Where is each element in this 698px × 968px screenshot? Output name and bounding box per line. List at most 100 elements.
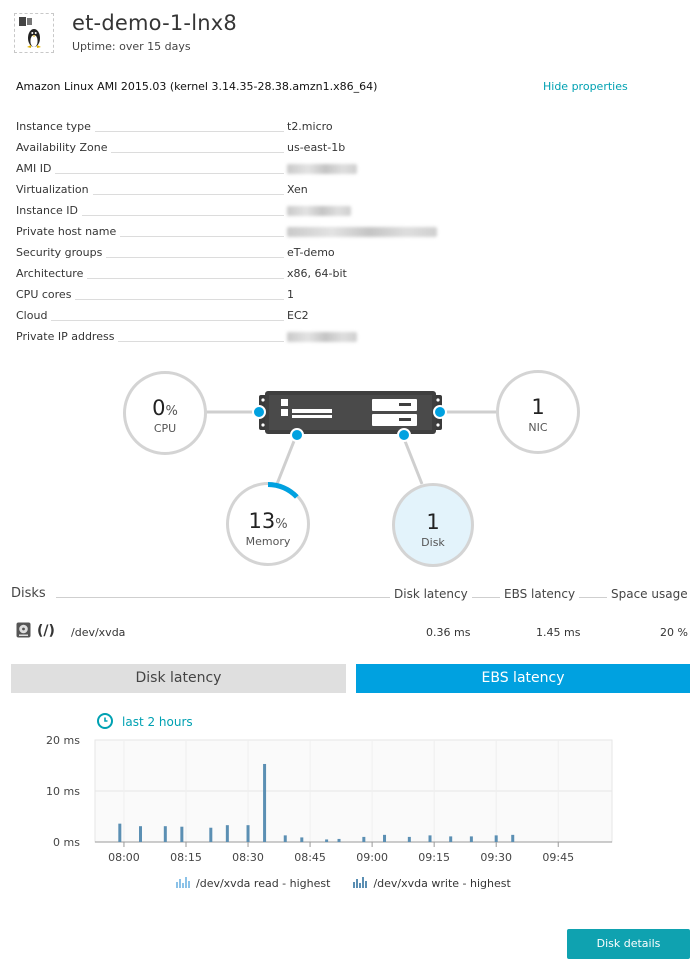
chart-bar (383, 834, 387, 842)
chart-bar (337, 838, 341, 842)
chart-bar (325, 839, 329, 842)
x-tick-label: 08:30 (232, 851, 264, 864)
chart-bar (225, 825, 229, 842)
tab-disk-latency[interactable]: Disk latency (11, 664, 346, 693)
nic-connector-dot (433, 405, 447, 419)
disks-header-line (56, 597, 688, 598)
property-label: AMI ID (16, 162, 56, 175)
hide-properties-link[interactable]: Hide properties (543, 80, 628, 93)
server-icon[interactable] (259, 389, 442, 436)
chart-bar (246, 825, 250, 842)
chart-bar (511, 834, 515, 842)
x-tick-label: 09:00 (356, 851, 388, 864)
redacted-value (287, 164, 357, 174)
ebs-latency-value: 1.45 ms (536, 626, 581, 639)
chart-bar (428, 835, 432, 842)
property-label: Architecture (16, 267, 88, 280)
redacted-value (287, 332, 357, 342)
chart-bar (163, 826, 167, 842)
nic-value: 1 (531, 395, 545, 419)
redacted-value (287, 206, 351, 216)
disk-details-button[interactable]: Disk details (567, 929, 690, 959)
property-value (287, 162, 357, 175)
property-label: Private IP address (16, 330, 119, 343)
host-title: et-demo-1-lnx8 (72, 11, 237, 35)
memory-connector-dot (290, 428, 304, 442)
property-label: Instance type (16, 120, 95, 133)
chart-legend: /dev/xvda read - highest /dev/xvda write… (176, 877, 511, 891)
chart-bar (449, 836, 453, 842)
property-row: Private IP address (16, 330, 360, 351)
chart-bar (469, 836, 473, 842)
property-value: x86, 64-bit (287, 267, 347, 280)
property-value: EC2 (287, 309, 309, 322)
os-description: Amazon Linux AMI 2015.03 (kernel 3.14.35… (16, 80, 378, 93)
legend-read[interactable]: /dev/xvda read - highest (196, 877, 330, 890)
col-disk-latency: Disk latency (390, 587, 472, 601)
property-leader-line (16, 320, 284, 321)
linux-host-icon (14, 13, 54, 53)
property-row: CPU cores 1 (16, 288, 360, 309)
cpu-connector-dot (252, 405, 266, 419)
property-row: AMI ID (16, 162, 360, 183)
property-row: Availability Zone us-east-1b (16, 141, 360, 162)
ebs-latency-chart: 0 ms 10 ms 20 ms 08:00 08:15 08:30 08:45 09:00 0… (46, 734, 613, 864)
y-tick-label: 20 ms (46, 734, 80, 747)
property-row: Cloud EC2 (16, 309, 360, 330)
disk-circle[interactable]: 1 Disk (392, 483, 474, 567)
col-space-usage: Space usage (607, 587, 692, 601)
x-tick-label: 08:45 (294, 851, 326, 864)
property-label: Cloud (16, 309, 52, 322)
redacted-value (287, 227, 437, 237)
property-value (287, 204, 351, 217)
y-tick-label: 0 ms (53, 836, 80, 849)
write-series-icon (353, 877, 368, 891)
x-tick-label: 09:15 (418, 851, 450, 864)
chart-bar (300, 837, 304, 842)
timeframe-selector[interactable]: last 2 hours (122, 715, 193, 729)
x-tick-label: 09:30 (480, 851, 512, 864)
clock-icon[interactable] (97, 713, 113, 729)
disk-connector-dot (397, 428, 411, 442)
chart-bar (263, 763, 267, 842)
property-row: Instance ID (16, 204, 360, 225)
x-tick-label: 08:00 (108, 851, 140, 864)
property-value: 1 (287, 288, 294, 301)
property-label: CPU cores (16, 288, 76, 301)
cpu-circle[interactable]: 0% CPU (123, 371, 207, 455)
property-leader-line (16, 173, 284, 174)
chart-bar (494, 835, 498, 842)
property-value (287, 225, 437, 238)
cpu-value: 0% (152, 396, 178, 420)
property-row: Virtualization Xen (16, 183, 360, 204)
cpu-label: CPU (153, 422, 177, 435)
disk-value: 1 (426, 510, 440, 534)
chart-bar (180, 826, 184, 842)
read-series-icon (176, 877, 190, 891)
tab-ebs-latency[interactable]: EBS latency (356, 664, 690, 693)
property-label: Private host name (16, 225, 121, 238)
property-label: Security groups (16, 246, 107, 259)
property-value: eT-demo (287, 246, 335, 259)
y-tick-label: 10 ms (46, 785, 80, 798)
disk-mount: (/) (37, 623, 55, 639)
disk-label: Disk (421, 536, 445, 549)
chart-bar (362, 836, 366, 842)
nic-circle[interactable]: 1 NIC (496, 370, 580, 454)
disk-latency-value: 0.36 ms (426, 626, 471, 639)
chart-bar (283, 835, 287, 842)
property-label: Availability Zone (16, 141, 112, 154)
property-row: Instance type t2.micro (16, 120, 360, 141)
property-value: t2.micro (287, 120, 333, 133)
nic-label: NIC (528, 421, 548, 434)
legend-write[interactable]: /dev/xvda write - highest (373, 877, 510, 890)
col-ebs-latency: EBS latency (500, 587, 580, 601)
disks-heading: Disks (11, 586, 52, 601)
disk-device[interactable]: /dev/xvda (71, 626, 125, 639)
property-value: us-east-1b (287, 141, 346, 154)
hard-disk-icon (16, 622, 31, 638)
property-row: Private host name (16, 225, 437, 246)
memory-usage-arc (267, 482, 299, 499)
chart-bar (407, 836, 411, 842)
property-label: Instance ID (16, 204, 82, 217)
